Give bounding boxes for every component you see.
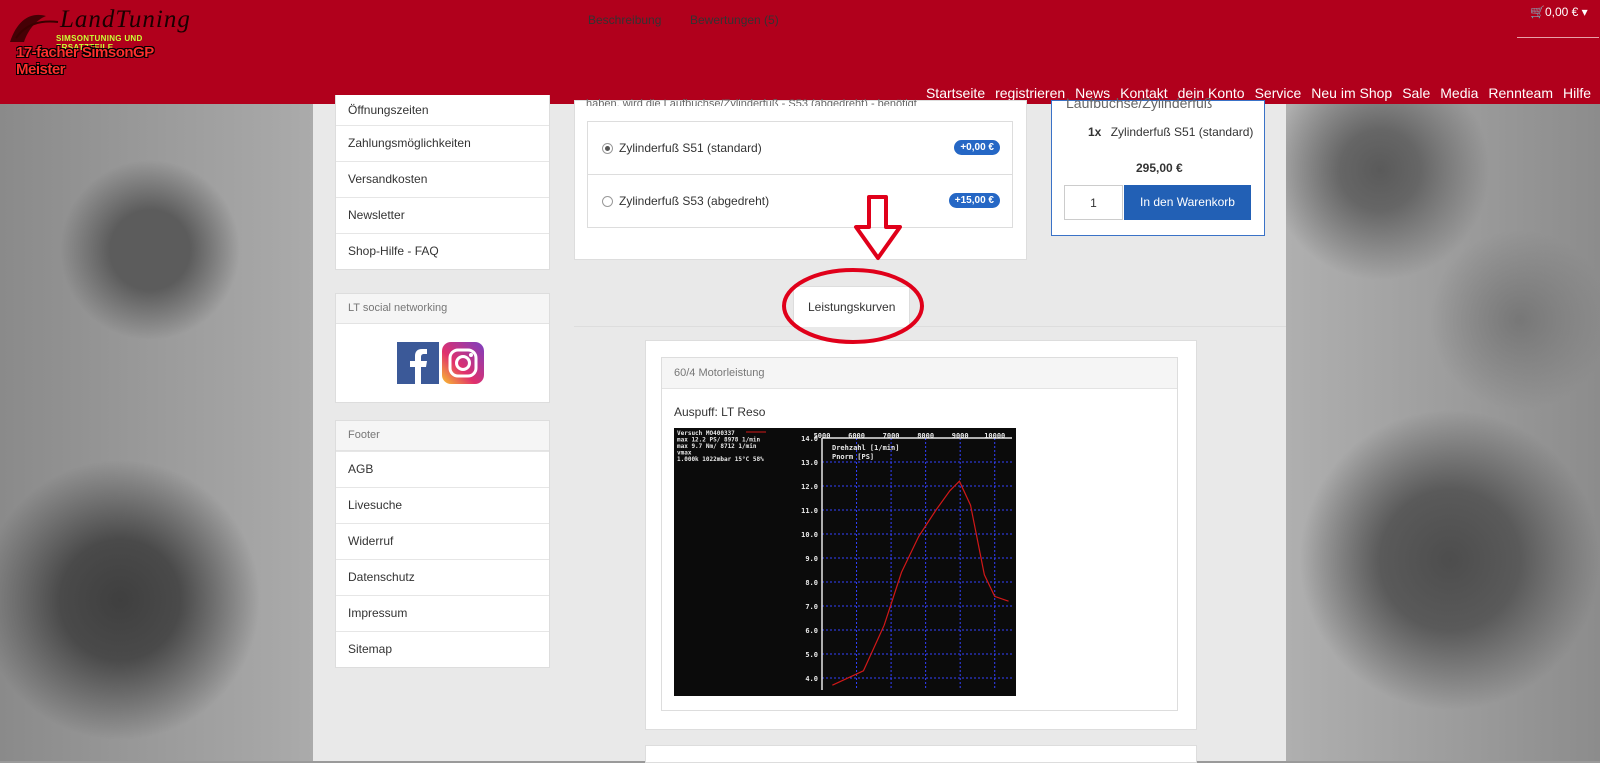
nav-neu-im-shop[interactable]: Neu im Shop <box>1306 85 1397 101</box>
y-tick-label: 12.0 <box>801 483 818 491</box>
option-price-badge: +0,00 € <box>954 140 1000 155</box>
nav-sale[interactable]: Sale <box>1397 85 1435 101</box>
x-tick-label: 6000 <box>848 432 865 440</box>
dyno-chart: 500060007000800090001000014.013.012.011.… <box>674 428 1016 696</box>
cart-divider <box>1517 37 1599 38</box>
social-box-title: LT social networking <box>336 294 549 324</box>
option-zylinderfuss-s53[interactable]: Zylinderfuß S53 (abgedreht) +15,00 € <box>588 174 1012 227</box>
sidebar-item-oeffnungszeiten[interactable]: Öffnungszeiten <box>336 95 549 125</box>
footer-item-sitemap[interactable]: Sitemap <box>336 631 549 667</box>
footer-item-impressum[interactable]: Impressum <box>336 595 549 631</box>
option-label: Zylinderfuß S53 (abgedreht) <box>619 194 769 208</box>
option-label: Zylinderfuß S51 (standard) <box>619 141 762 155</box>
social-box: LT social networking <box>335 293 550 403</box>
cart-total: 0,00 € <box>1545 5 1578 19</box>
nav-media[interactable]: Media <box>1435 85 1483 101</box>
add-to-cart-button[interactable]: In den Warenkorb <box>1124 185 1251 220</box>
y-tick-label: 9.0 <box>805 555 818 563</box>
cart-icon: 🛒 <box>1530 5 1545 19</box>
y-tick-label: 10.0 <box>801 531 818 539</box>
x-tick-label: 7000 <box>883 432 900 440</box>
nav-service[interactable]: Service <box>1250 85 1307 101</box>
footer-item-agb[interactable]: AGB <box>336 451 549 487</box>
radio-unselected[interactable] <box>602 196 613 207</box>
x-tick-label: 8000 <box>917 432 934 440</box>
dyno-header-line: 1.000k 1022mbar 15°C 58% <box>677 456 764 463</box>
nav-rennteam[interactable]: Rennteam <box>1483 85 1558 101</box>
instagram-icon[interactable] <box>442 342 484 384</box>
y-tick-label: 11.0 <box>801 507 818 515</box>
footer-item-widerruf[interactable]: Widerruf <box>336 523 549 559</box>
power-curve-line <box>832 481 1008 685</box>
basket-heading: Laufbuchse/Zylinderfuß <box>1066 95 1212 113</box>
x-tick-label: 10000 <box>984 432 1005 440</box>
footer-item-datenschutz[interactable]: Datenschutz <box>336 559 549 595</box>
basket-line: 1x Zylinderfuß S51 (standard) <box>1088 125 1253 139</box>
y-tick-label: 14.0 <box>801 435 818 443</box>
radio-selected[interactable] <box>602 143 613 154</box>
y-axis-label: Pnorm [PS] <box>832 453 874 461</box>
site-logo[interactable]: LandTuning SIMSONTUNING UND ERSATZTEILE … <box>6 6 191 64</box>
panel-subtitle: Auspuff: LT Reso <box>674 405 765 419</box>
main-navigation: Startseite registrieren News Kontakt dei… <box>921 85 1596 101</box>
dyno-chart-svg: 500060007000800090001000014.013.012.011.… <box>674 428 1016 696</box>
option-price-badge: +15,00 € <box>949 193 1000 208</box>
y-tick-label: 13.0 <box>801 459 818 467</box>
x-axis-label: Drehzahl [1/min] <box>832 444 899 452</box>
basket-price: 295,00 € <box>1136 161 1183 175</box>
tab-divider <box>574 326 1286 327</box>
cart-dropdown[interactable]: 🛒0,00 € ▾ <box>1530 5 1588 19</box>
tab-bewertungen[interactable]: Bewertungen (5) <box>690 0 779 40</box>
tab-leistungskurven[interactable]: Leistungskurven <box>793 286 910 327</box>
y-tick-label: 4.0 <box>805 675 818 683</box>
social-links <box>397 342 484 384</box>
caret-down-icon: ▾ <box>1582 5 1588 19</box>
nav-hilfe[interactable]: Hilfe <box>1558 85 1596 101</box>
option-list: Zylinderfuß S51 (standard) +0,00 € Zylin… <box>587 121 1013 228</box>
site-header: LandTuning SIMSONTUNING UND ERSATZTEILE … <box>0 0 1600 104</box>
logo-script: LandTuning <box>60 6 191 34</box>
footer-item-livesuche[interactable]: Livesuche <box>336 487 549 523</box>
y-tick-label: 5.0 <box>805 651 818 659</box>
sidebar-item-newsletter[interactable]: Newsletter <box>336 197 549 233</box>
quantity-input[interactable]: 1 <box>1064 185 1123 220</box>
x-tick-label: 9000 <box>952 432 969 440</box>
panel-title: 60/4 Motorleistung <box>662 358 1177 389</box>
y-tick-label: 6.0 <box>805 627 818 635</box>
tab-beschreibung[interactable]: Beschreibung <box>588 0 661 40</box>
y-tick-label: 8.0 <box>805 579 818 587</box>
basket-item-name: Zylinderfuß S51 (standard) <box>1111 125 1254 139</box>
footer-box: Footer AGB Livesuche Widerruf Datenschut… <box>335 420 550 668</box>
sidebar-item-shop-hilfe[interactable]: Shop-Hilfe - FAQ <box>336 233 549 269</box>
sidebar-item-zahlungsmoeglichkeiten[interactable]: Zahlungsmöglichkeiten <box>336 125 549 161</box>
facebook-icon[interactable] <box>397 342 439 384</box>
basket-qty-prefix: 1x <box>1088 125 1101 139</box>
options-note: haben, wird die Laufbuchse/Zylinderfuß -… <box>586 94 1006 106</box>
logo-title: 17-facher SimsonGP Meister <box>16 44 191 78</box>
sidebar-info-box: Öffnungszeiten Zahlungsmöglichkeiten Ver… <box>335 95 550 270</box>
option-zylinderfuss-s51[interactable]: Zylinderfuß S51 (standard) +0,00 € <box>588 122 1012 174</box>
footer-box-title: Footer <box>336 421 549 451</box>
sidebar-item-versandkosten[interactable]: Versandkosten <box>336 161 549 197</box>
y-tick-label: 7.0 <box>805 603 818 611</box>
next-panel <box>645 745 1197 763</box>
